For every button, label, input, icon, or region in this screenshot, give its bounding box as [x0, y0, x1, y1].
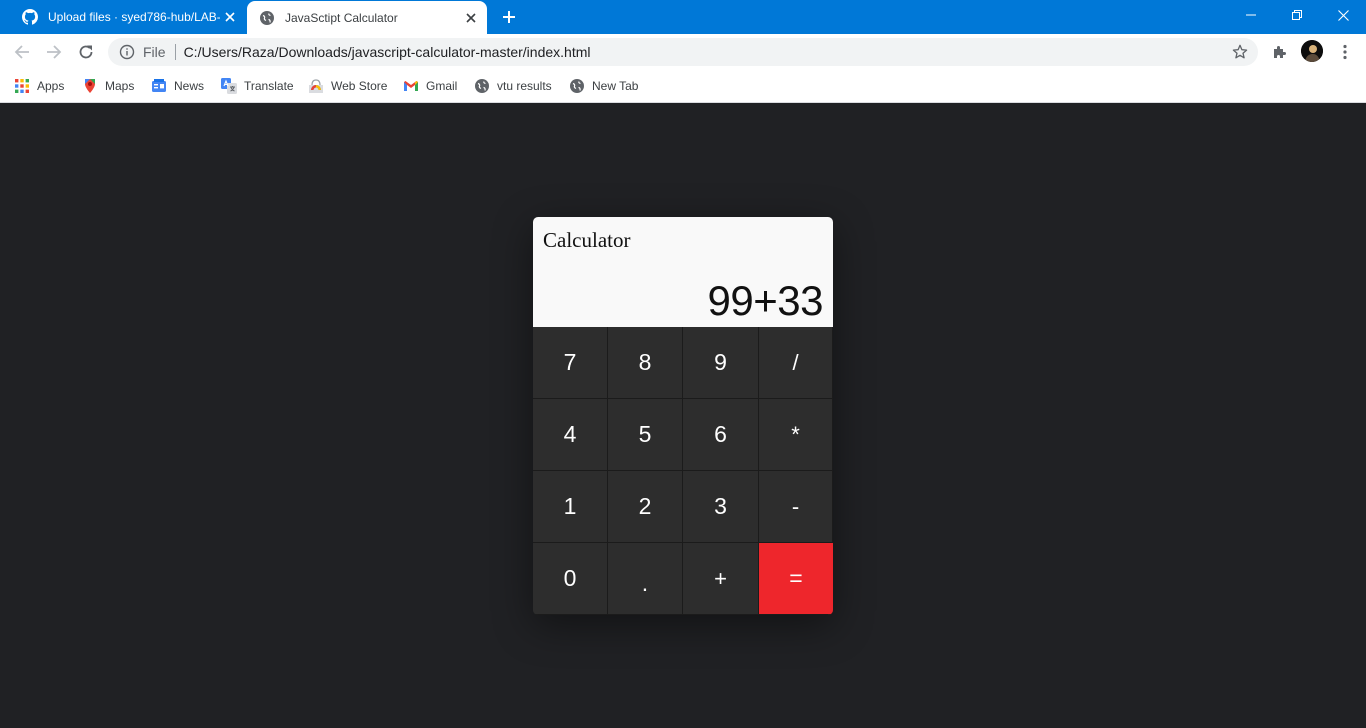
- calculator-screen: 99+33: [707, 277, 824, 324]
- bookmark-vtu-results[interactable]: vtu results: [474, 75, 552, 97]
- close-tab-icon[interactable]: [461, 8, 481, 28]
- translate-icon: [221, 78, 237, 94]
- url-text[interactable]: C:/Users/Raza/Downloads/javascript-calcu…: [184, 44, 591, 60]
- key-2[interactable]: 2: [608, 471, 683, 543]
- key-5[interactable]: 5: [608, 399, 683, 471]
- forward-button[interactable]: [40, 38, 68, 66]
- bookmark-translate[interactable]: Translate: [221, 75, 294, 97]
- bookmark-label: New Tab: [592, 79, 639, 93]
- profile-avatar[interactable]: [1301, 40, 1323, 62]
- bookmark-label: Translate: [244, 79, 294, 93]
- close-window-button[interactable]: [1320, 0, 1366, 30]
- key-8[interactable]: 8: [608, 327, 683, 399]
- key-multiply[interactable]: *: [759, 399, 833, 471]
- apps-grid-icon: [14, 78, 30, 94]
- page-viewport: Calculator 99+33 7 8 9 / 4 5 6 * 1 2 3 -…: [0, 103, 1366, 728]
- bookmark-label: Maps: [105, 79, 135, 93]
- address-bar[interactable]: File C:/Users/Raza/Downloads/javascript-…: [108, 38, 1258, 66]
- key-0[interactable]: 0: [533, 543, 608, 615]
- key-equals[interactable]: =: [759, 543, 833, 615]
- bookmark-web-store[interactable]: Web Store: [308, 75, 387, 97]
- url-scheme-label: File: [143, 44, 166, 60]
- new-tab-button[interactable]: [498, 7, 520, 27]
- maps-icon: [82, 78, 98, 94]
- key-4[interactable]: 4: [533, 399, 608, 471]
- globe-icon: [569, 78, 585, 94]
- bookmark-label: Web Store: [331, 79, 388, 93]
- extensions-puzzle-icon[interactable]: [1270, 42, 1290, 62]
- calculator-display-panel: Calculator 99+33: [533, 217, 833, 327]
- omnibox-divider: [174, 44, 176, 60]
- key-subtract[interactable]: -: [759, 471, 833, 543]
- github-icon: [22, 9, 38, 25]
- key-9[interactable]: 9: [683, 327, 759, 399]
- close-tab-icon[interactable]: [220, 7, 240, 27]
- tab-title: JavaSctipt Calculator: [285, 10, 398, 25]
- key-1[interactable]: 1: [533, 471, 608, 543]
- tab-upload-files[interactable]: Upload files · syed786-hub/LAB-p: [10, 0, 246, 34]
- bookmark-label: Apps: [37, 79, 65, 93]
- bookmark-star-icon[interactable]: [1232, 44, 1248, 60]
- browser-tab-strip: Upload files · syed786-hub/LAB-p JavaSct…: [0, 0, 1366, 34]
- bookmark-label: Gmail: [426, 79, 458, 93]
- globe-icon: [259, 10, 275, 26]
- web-store-icon: [308, 78, 324, 94]
- key-7[interactable]: 7: [533, 327, 608, 399]
- bookmark-new-tab[interactable]: New Tab: [569, 75, 638, 97]
- back-button[interactable]: [8, 38, 36, 66]
- minimize-window-button[interactable]: [1228, 0, 1274, 30]
- calculator-title: Calculator: [543, 228, 631, 252]
- bookmarks-bar: Apps Maps News Translate Web Store Gmail: [0, 70, 1366, 103]
- key-add[interactable]: +: [683, 543, 759, 615]
- key-3[interactable]: 3: [683, 471, 759, 543]
- news-icon: [151, 78, 167, 94]
- key-decimal[interactable]: .: [608, 543, 683, 615]
- bookmark-news[interactable]: News: [151, 75, 204, 97]
- bookmark-gmail[interactable]: Gmail: [403, 75, 457, 97]
- key-6[interactable]: 6: [683, 399, 759, 471]
- info-icon[interactable]: [119, 44, 135, 60]
- globe-icon: [474, 78, 490, 94]
- more-menu-icon[interactable]: [1335, 42, 1355, 62]
- restore-window-button[interactable]: [1274, 0, 1320, 30]
- browser-toolbar: File C:/Users/Raza/Downloads/javascript-…: [0, 34, 1366, 70]
- tab-title: Upload files · syed786-hub/LAB-p: [48, 10, 220, 24]
- reload-button[interactable]: [72, 38, 100, 66]
- bookmark-maps[interactable]: Maps: [82, 75, 134, 97]
- calculator-keypad: 7 8 9 / 4 5 6 * 1 2 3 - 0 . + =: [533, 327, 833, 615]
- bookmark-label: vtu results: [497, 79, 552, 93]
- calculator: Calculator 99+33 7 8 9 / 4 5 6 * 1 2 3 -…: [533, 217, 833, 615]
- bookmark-apps[interactable]: Apps: [14, 75, 64, 97]
- tab-javascript-calculator[interactable]: JavaSctipt Calculator: [247, 1, 487, 34]
- gmail-icon: [403, 78, 419, 94]
- key-divide[interactable]: /: [759, 327, 833, 399]
- bookmark-label: News: [174, 79, 205, 93]
